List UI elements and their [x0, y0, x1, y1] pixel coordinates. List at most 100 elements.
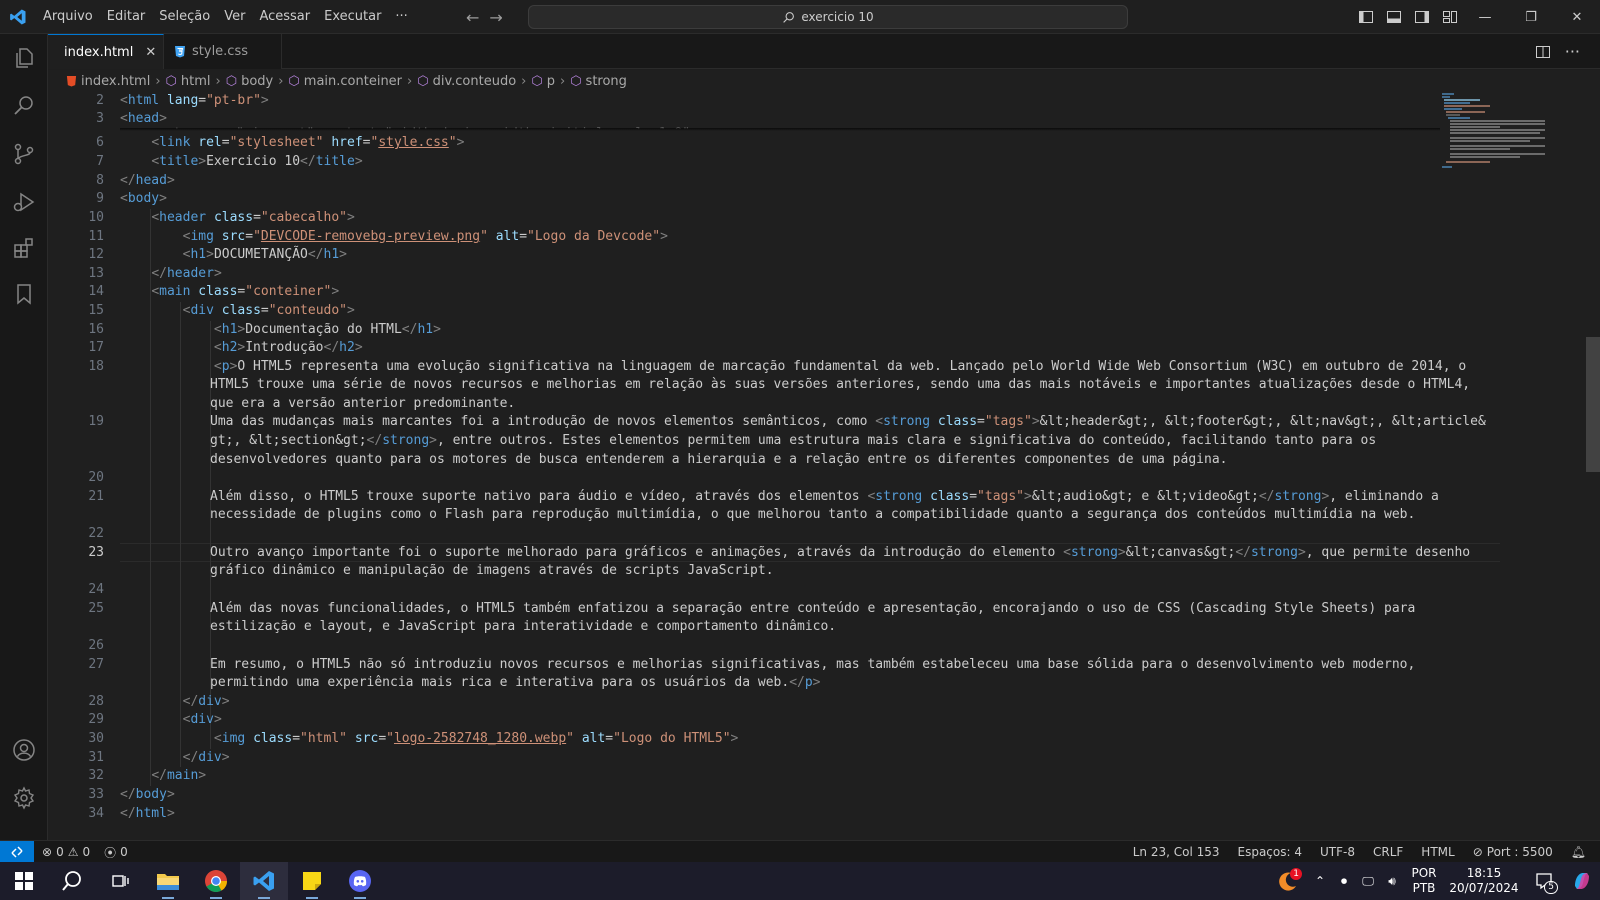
- line-number: 34: [88, 806, 104, 821]
- line-number: 16: [88, 322, 104, 337]
- chevron-right-icon: ›: [521, 73, 527, 89]
- minimap[interactable]: [1440, 92, 1550, 192]
- extensions-icon[interactable]: [0, 226, 48, 270]
- end-of-line[interactable]: CRLF: [1373, 845, 1403, 859]
- notifications-bell-icon[interactable]: 🔔︎: [1571, 845, 1586, 859]
- network-icon[interactable]: 🖵︎: [1356, 874, 1380, 889]
- editor-tab-bar: index.html ✕ style.css ···: [48, 34, 1600, 69]
- notification-center-icon[interactable]: 5: [1524, 872, 1564, 894]
- remote-indicator-icon[interactable]: [0, 841, 34, 863]
- problems-indicator[interactable]: ⊗ 0 ⚠ 0: [42, 845, 90, 859]
- code-line-16: <h1>Documentação do HTML</h1>: [213, 322, 441, 337]
- tab-style-css[interactable]: style.css: [164, 34, 282, 69]
- menu-arquivo[interactable]: Arquivo: [36, 0, 100, 34]
- layout-controls: [1358, 0, 1458, 34]
- warning-icon: ⚠: [67, 845, 79, 859]
- breadcrumb-body[interactable]: ⬡ body: [226, 74, 274, 89]
- breadcrumb-main[interactable]: ⬡ main.conteiner: [288, 74, 402, 89]
- command-center-search[interactable]: exercicio 10: [528, 5, 1128, 29]
- line-number: 9: [96, 191, 104, 206]
- taskbar-search-icon[interactable]: [48, 862, 96, 900]
- more-actions-icon[interactable]: ···: [1565, 42, 1580, 61]
- settings-gear-icon[interactable]: [0, 776, 48, 820]
- sticky-notes-icon[interactable]: [288, 862, 336, 900]
- chevron-up-icon[interactable]: ⌃: [1308, 874, 1332, 888]
- close-tab-icon[interactable]: ✕: [145, 45, 156, 60]
- vscode-taskbar-icon[interactable]: [240, 862, 288, 900]
- volume-icon[interactable]: 🔊︎: [1380, 874, 1404, 889]
- status-bar: ⊗ 0 ⚠ 0 ⦿ 0 Ln 23, Col 153 Espaços: 4 UTF-8…: [0, 840, 1600, 863]
- vertical-scrollbar[interactable]: [1586, 92, 1600, 840]
- menu-acessar[interactable]: Acessar: [252, 0, 317, 34]
- breadcrumb-strong[interactable]: ⬡ strong: [570, 74, 627, 89]
- line-number: 18: [88, 359, 104, 374]
- live-server-port[interactable]: ⊘ Port : 5500: [1473, 845, 1553, 859]
- code-area[interactable]: <html lang="pt-br"> <head> <meta name="v…: [120, 92, 1508, 840]
- tab-index-html[interactable]: index.html ✕: [48, 34, 164, 69]
- code-line-7: <title>Exercicio 10</title>: [151, 154, 363, 169]
- toggle-panel-icon[interactable]: [1386, 9, 1402, 25]
- clock[interactable]: 18:15 20/07/2024: [1444, 866, 1524, 896]
- file-explorer-icon[interactable]: [144, 862, 192, 900]
- scrollbar-thumb[interactable]: [1586, 337, 1600, 472]
- forward-arrow-icon[interactable]: →: [489, 8, 502, 27]
- indentation[interactable]: Espaços: 4: [1238, 845, 1303, 859]
- discord-icon[interactable]: [336, 862, 384, 900]
- copilot-icon[interactable]: [1564, 870, 1600, 892]
- weather-icon[interactable]: 1: [1268, 868, 1308, 892]
- breadcrumb-div[interactable]: ⬡ div.conteudo: [417, 74, 516, 89]
- breadcrumb-html[interactable]: ⬡ html: [166, 74, 211, 89]
- css3-icon: [175, 46, 185, 58]
- code-line-13: </header>: [151, 266, 222, 281]
- code-line-34: </html>: [120, 806, 175, 821]
- chevron-right-icon: ›: [215, 73, 221, 89]
- explorer-icon[interactable]: [0, 36, 48, 80]
- split-editor-icon[interactable]: [1535, 44, 1551, 60]
- language-mode[interactable]: HTML: [1421, 845, 1454, 859]
- toggle-primary-sidebar-icon[interactable]: [1358, 9, 1374, 25]
- cursor-position[interactable]: Ln 23, Col 153: [1133, 845, 1220, 859]
- breadcrumb-p[interactable]: ⬡ p: [531, 74, 555, 89]
- task-view-icon[interactable]: [96, 862, 144, 900]
- code-line-19: Uma das mudanças mais marcantes foi a in…: [210, 414, 1486, 429]
- accounts-icon[interactable]: [0, 728, 48, 772]
- customize-layout-icon[interactable]: [1442, 9, 1458, 25]
- toggle-secondary-sidebar-icon[interactable]: [1414, 9, 1430, 25]
- code-line-17: <h2>Introdução</h2>: [213, 340, 363, 355]
- line-number: 3: [96, 111, 104, 126]
- line-number: 24: [88, 582, 104, 597]
- close-window-icon[interactable]: ✕: [1554, 0, 1600, 34]
- menu-executar[interactable]: Executar: [317, 0, 388, 34]
- restore-icon[interactable]: ❐: [1508, 0, 1554, 34]
- chrome-icon[interactable]: [192, 862, 240, 900]
- menu-more[interactable]: ···: [388, 0, 414, 34]
- element-cube-icon: ⬡: [531, 73, 543, 89]
- block-icon: ⊘: [1472, 845, 1483, 859]
- webcam-icon[interactable]: ⏺: [1332, 874, 1356, 889]
- element-cube-icon: ⬡: [225, 73, 238, 89]
- code-editor[interactable]: 2 3 6 7 8 9 10 11 12 13 14 15 16 17 18 1…: [48, 92, 1600, 840]
- bookmarks-icon[interactable]: [0, 272, 48, 316]
- menu-ver[interactable]: Ver: [217, 0, 252, 34]
- menu-editar[interactable]: Editar: [100, 0, 153, 34]
- search-icon[interactable]: [0, 84, 48, 128]
- tab-label: style.css: [192, 44, 248, 59]
- window-controls: — ❐ ✕: [1462, 0, 1600, 34]
- back-arrow-icon[interactable]: ←: [466, 8, 479, 27]
- input-language[interactable]: POR PTB: [1404, 866, 1444, 896]
- encoding[interactable]: UTF-8: [1320, 845, 1355, 859]
- source-control-icon[interactable]: [0, 132, 48, 176]
- breadcrumb-file[interactable]: index.html: [66, 74, 150, 89]
- menu-selecao[interactable]: Seleção: [152, 0, 217, 34]
- code-line-29: <div>: [182, 712, 222, 727]
- run-debug-icon[interactable]: [0, 180, 48, 224]
- line-number: 6: [96, 135, 104, 150]
- code-line-10: <header class="cabecalho">: [151, 210, 355, 225]
- line-number: 2: [96, 93, 104, 108]
- code-line-18: <p>O HTML5 representa uma evolução signi…: [213, 359, 1467, 374]
- line-number: 27: [88, 657, 104, 672]
- ports-indicator[interactable]: ⦿ 0: [104, 844, 128, 861]
- breadcrumb: index.html › ⬡ html › ⬡ body › ⬡ main.conte…: [48, 70, 1600, 92]
- minimize-icon[interactable]: —: [1462, 0, 1508, 34]
- windows-start-icon[interactable]: [0, 862, 48, 900]
